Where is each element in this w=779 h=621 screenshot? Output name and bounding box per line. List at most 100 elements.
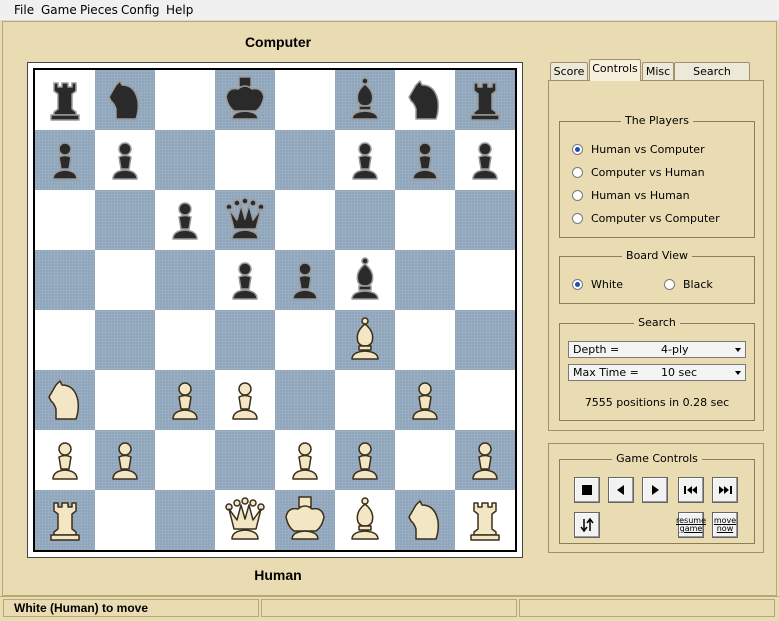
flip-board-button[interactable] bbox=[574, 512, 600, 538]
black-pawn-icon[interactable] bbox=[280, 255, 330, 305]
white-pawn-icon[interactable] bbox=[460, 435, 510, 485]
board-square[interactable] bbox=[95, 250, 155, 310]
board-square[interactable] bbox=[275, 430, 335, 490]
white-pawn-icon[interactable] bbox=[400, 375, 450, 425]
radio-view-white[interactable]: White bbox=[572, 277, 623, 291]
board-square[interactable] bbox=[215, 430, 275, 490]
board-square[interactable] bbox=[395, 130, 455, 190]
black-pawn-icon[interactable] bbox=[220, 255, 270, 305]
white-pawn-icon[interactable] bbox=[340, 435, 390, 485]
board-square[interactable] bbox=[275, 490, 335, 550]
board-square[interactable] bbox=[275, 190, 335, 250]
board-square[interactable] bbox=[215, 130, 275, 190]
white-pawn-icon[interactable] bbox=[160, 375, 210, 425]
board-square[interactable] bbox=[95, 130, 155, 190]
board-square[interactable] bbox=[95, 490, 155, 550]
white-pawn-icon[interactable] bbox=[40, 435, 90, 485]
board-square[interactable] bbox=[335, 130, 395, 190]
menu-config[interactable]: Config bbox=[121, 3, 160, 17]
black-pawn-icon[interactable] bbox=[160, 195, 210, 245]
radio-view-black[interactable]: Black bbox=[664, 277, 713, 291]
step-forward-button[interactable] bbox=[642, 477, 668, 503]
board-square[interactable] bbox=[155, 430, 215, 490]
board-square[interactable] bbox=[395, 490, 455, 550]
menu-pieces[interactable]: Pieces bbox=[80, 3, 118, 17]
board-square[interactable] bbox=[155, 130, 215, 190]
move-now-button[interactable]: move now bbox=[712, 512, 738, 538]
board-square[interactable] bbox=[455, 130, 515, 190]
board-square[interactable] bbox=[335, 310, 395, 370]
board-square[interactable] bbox=[335, 190, 395, 250]
tab-search-status[interactable]: Search Status bbox=[674, 62, 750, 96]
board-square[interactable] bbox=[155, 490, 215, 550]
board-square[interactable] bbox=[155, 370, 215, 430]
board-square[interactable] bbox=[275, 250, 335, 310]
radio-computer-vs-human[interactable]: Computer vs Human bbox=[572, 165, 705, 179]
radio-human-vs-computer[interactable]: Human vs Computer bbox=[572, 142, 705, 156]
board-square[interactable] bbox=[335, 250, 395, 310]
white-king-icon[interactable] bbox=[280, 495, 330, 545]
radio-button-icon[interactable] bbox=[572, 212, 583, 224]
white-knight-icon[interactable] bbox=[40, 375, 90, 425]
board-square[interactable] bbox=[35, 310, 95, 370]
tab-controls[interactable]: Controls bbox=[589, 59, 641, 81]
board-square[interactable] bbox=[215, 70, 275, 130]
board-square[interactable] bbox=[35, 70, 95, 130]
black-pawn-icon[interactable] bbox=[400, 135, 450, 185]
board-square[interactable] bbox=[155, 70, 215, 130]
board-square[interactable] bbox=[335, 70, 395, 130]
board-square[interactable] bbox=[215, 370, 275, 430]
board-square[interactable] bbox=[455, 190, 515, 250]
white-rook-icon[interactable] bbox=[40, 495, 90, 545]
max-time-select[interactable]: Max Time = 10 sec bbox=[568, 364, 746, 381]
menu-game[interactable]: Game bbox=[41, 3, 77, 17]
radio-button-icon[interactable] bbox=[572, 189, 583, 201]
white-knight-icon[interactable] bbox=[400, 495, 450, 545]
board-square[interactable] bbox=[455, 310, 515, 370]
board-square[interactable] bbox=[455, 370, 515, 430]
black-knight-icon[interactable] bbox=[100, 75, 150, 125]
black-rook-icon[interactable] bbox=[460, 75, 510, 125]
black-king-icon[interactable] bbox=[220, 75, 270, 125]
black-queen-icon[interactable] bbox=[220, 195, 270, 245]
board-square[interactable] bbox=[215, 190, 275, 250]
board-square[interactable] bbox=[215, 490, 275, 550]
board-square[interactable] bbox=[275, 310, 335, 370]
black-bishop-icon[interactable] bbox=[340, 255, 390, 305]
board-square[interactable] bbox=[335, 370, 395, 430]
board-square[interactable] bbox=[335, 430, 395, 490]
black-pawn-icon[interactable] bbox=[40, 135, 90, 185]
board-square[interactable] bbox=[335, 490, 395, 550]
white-bishop-icon[interactable] bbox=[340, 315, 390, 365]
board-square[interactable] bbox=[155, 190, 215, 250]
board-square[interactable] bbox=[95, 430, 155, 490]
board-square[interactable] bbox=[455, 490, 515, 550]
board-square[interactable] bbox=[155, 310, 215, 370]
board-square[interactable] bbox=[395, 70, 455, 130]
board-square[interactable] bbox=[395, 310, 455, 370]
go-to-start-button[interactable] bbox=[678, 477, 704, 503]
board-square[interactable] bbox=[455, 250, 515, 310]
radio-button-icon[interactable] bbox=[572, 143, 583, 155]
white-pawn-icon[interactable] bbox=[280, 435, 330, 485]
resume-game-button[interactable]: resume game bbox=[676, 512, 706, 538]
stop-button[interactable] bbox=[574, 477, 600, 503]
depth-select[interactable]: Depth = 4-ply bbox=[568, 341, 746, 358]
white-pawn-icon[interactable] bbox=[220, 375, 270, 425]
menu-help[interactable]: Help bbox=[166, 3, 193, 17]
white-queen-icon[interactable] bbox=[220, 495, 270, 545]
board-square[interactable] bbox=[455, 70, 515, 130]
board-square[interactable] bbox=[215, 250, 275, 310]
radio-button-icon[interactable] bbox=[572, 278, 583, 290]
board-square[interactable] bbox=[395, 190, 455, 250]
tab-score[interactable]: Score bbox=[550, 62, 588, 80]
board-square[interactable] bbox=[395, 250, 455, 310]
radio-human-vs-human[interactable]: Human vs Human bbox=[572, 188, 690, 202]
menu-file[interactable]: File bbox=[14, 3, 34, 17]
board-square[interactable] bbox=[215, 310, 275, 370]
tab-misc[interactable]: Misc bbox=[642, 62, 674, 80]
board-square[interactable] bbox=[455, 430, 515, 490]
chess-board[interactable] bbox=[33, 68, 517, 552]
black-pawn-icon[interactable] bbox=[460, 135, 510, 185]
board-square[interactable] bbox=[275, 130, 335, 190]
